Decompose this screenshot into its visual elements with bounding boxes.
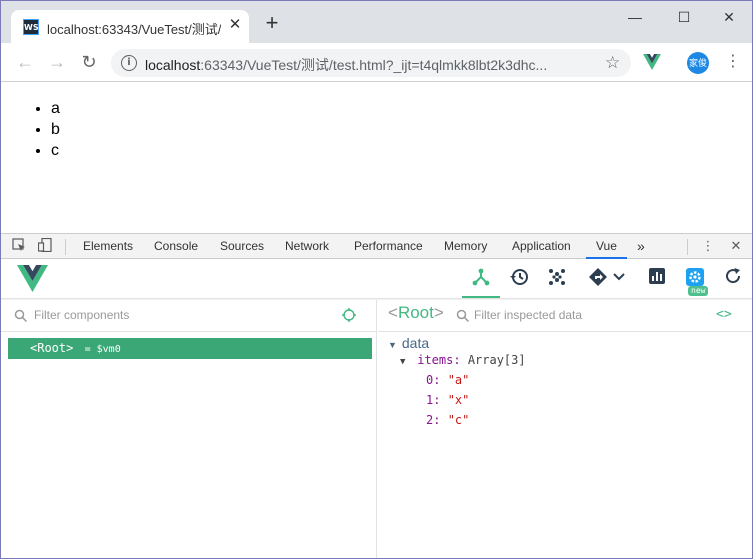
tab-performance[interactable]: Performance xyxy=(354,234,423,259)
inspect-icon[interactable] xyxy=(11,238,27,254)
star-icon[interactable]: ☆ xyxy=(605,53,620,73)
vue-logo-icon xyxy=(17,265,48,297)
filter-components-input[interactable]: Filter components xyxy=(34,308,129,322)
back-icon[interactable]: ← xyxy=(15,52,35,72)
browser-window: WS localhost:63343/VueTest/测试/ ✕ + — ☐ ✕… xyxy=(0,0,753,559)
root-component-label: <Root> xyxy=(30,341,74,355)
maximize-button[interactable]: ☐ xyxy=(673,7,695,27)
vue-extension-icon[interactable] xyxy=(643,54,661,75)
tab-memory[interactable]: Memory xyxy=(444,234,487,259)
component-tree-root[interactable]: <Root> = $vm0 xyxy=(8,338,372,359)
tab-network[interactable]: Network xyxy=(285,234,329,259)
webstorm-favicon-icon: WS xyxy=(23,19,39,35)
forward-icon[interactable]: → xyxy=(47,52,67,72)
array-entry[interactable]: 1: "x" xyxy=(426,393,469,407)
devtools-tab-bar: Elements Console Sources Network Perform… xyxy=(1,233,752,259)
vuex-icon[interactable] xyxy=(545,267,569,291)
expand-arrow-icon: ▼ xyxy=(400,357,406,367)
reload-icon[interactable]: ↻ xyxy=(79,52,99,72)
search-icon xyxy=(456,309,470,323)
close-window-button[interactable]: ✕ xyxy=(718,7,740,27)
browser-toolbar: ← → ↻ i localhost:63343/VueTest/测试/test.… xyxy=(1,43,752,82)
url-host: localhost xyxy=(145,57,201,73)
code-icon[interactable]: <> xyxy=(716,307,732,322)
kebab-icon[interactable]: ⋮ xyxy=(700,238,716,254)
url-text[interactable]: localhost:63343/VueTest/测试/test.html?_ij… xyxy=(145,55,585,75)
performance-icon[interactable] xyxy=(645,267,669,291)
tab-title: localhost:63343/VueTest/测试/ xyxy=(47,22,221,37)
component-filter-row: Filter components xyxy=(1,300,376,332)
tab-console[interactable]: Console xyxy=(154,234,198,259)
inspector-header: <Root> Filter inspected data <> xyxy=(378,300,752,332)
section-label: data xyxy=(401,335,430,351)
tab-elements[interactable]: Elements xyxy=(83,234,133,259)
inspected-component-title: <Root> xyxy=(388,303,444,322)
vue-devtools-toolbar xyxy=(1,259,752,299)
array-entry[interactable]: 0: "a" xyxy=(426,373,469,387)
routing-icon[interactable] xyxy=(587,267,627,291)
more-tabs-button[interactable]: » xyxy=(637,234,645,259)
avatar[interactable]: 家俊 xyxy=(687,52,709,74)
new-tab-button[interactable]: + xyxy=(263,12,281,34)
close-tab-icon[interactable]: ✕ xyxy=(227,16,243,34)
root-vm-ref: = $vm0 xyxy=(84,344,121,355)
active-tool-indicator xyxy=(462,296,500,298)
item-list: a b c xyxy=(33,98,60,161)
search-icon xyxy=(14,309,28,323)
list-item: b xyxy=(51,119,60,140)
minimize-button[interactable]: — xyxy=(624,7,646,27)
browser-tab[interactable]: WS localhost:63343/VueTest/测试/ ✕ xyxy=(11,10,249,43)
device-toolbar-icon[interactable] xyxy=(37,237,53,254)
items-type: Array[3] xyxy=(467,353,526,367)
history-icon[interactable] xyxy=(507,267,531,291)
tab-strip: WS localhost:63343/VueTest/测试/ ✕ + — ☐ ✕ xyxy=(1,1,752,43)
page-content: a b c xyxy=(1,83,752,233)
menu-icon[interactable]: ⋮ xyxy=(725,52,741,72)
tab-application[interactable]: Application xyxy=(512,234,571,259)
toolbar-divider xyxy=(687,239,688,255)
components-pane: Filter components <Root> = $vm0 xyxy=(1,300,377,558)
tab-vue[interactable]: Vue xyxy=(586,234,627,259)
items-property[interactable]: ▼ items: Array[3] xyxy=(400,353,526,367)
expand-arrow-icon: ▼ xyxy=(388,340,397,350)
array-entry[interactable]: 2: "c" xyxy=(426,413,469,427)
tab-sources[interactable]: Sources xyxy=(220,234,264,259)
refresh-icon[interactable] xyxy=(721,267,745,291)
data-section-header[interactable]: ▼ data xyxy=(388,335,429,351)
items-key: items xyxy=(417,353,454,367)
filter-inspected-data-input[interactable]: Filter inspected data xyxy=(474,308,582,322)
list-item: c xyxy=(51,140,60,161)
target-icon[interactable] xyxy=(342,308,356,327)
toolbar-divider xyxy=(65,239,66,255)
url-path: :63343/VueTest/测试/test.html?_ijt=t4qlmkk… xyxy=(200,57,548,73)
address-bar[interactable]: i localhost:63343/VueTest/测试/test.html?_… xyxy=(111,49,631,77)
info-icon[interactable]: i xyxy=(121,55,137,71)
list-item: a xyxy=(51,98,60,119)
close-devtools-icon[interactable]: ✕ xyxy=(728,238,744,254)
components-icon[interactable] xyxy=(469,267,493,291)
inspector-pane: <Root> Filter inspected data <> ▼ data ▼… xyxy=(378,300,752,558)
new-badge: new xyxy=(688,286,709,296)
